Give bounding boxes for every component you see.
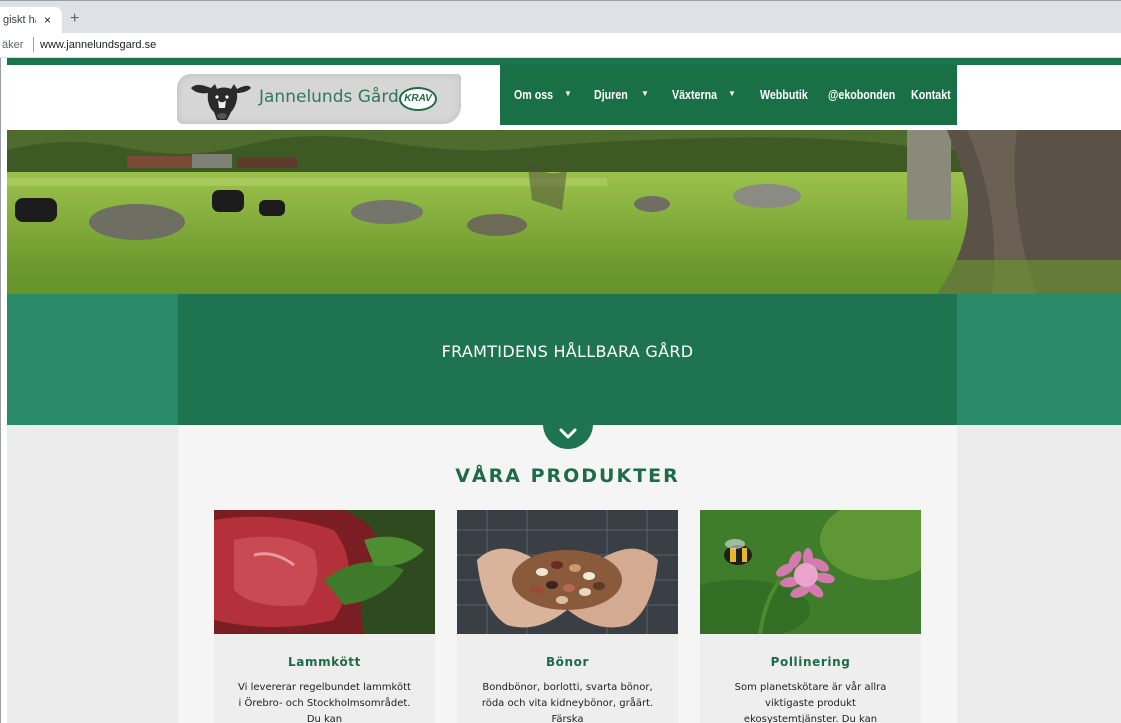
new-tab-button[interactable]: + — [70, 9, 79, 29]
product-description: Bondbönor, borlotti, svarta bönor, röda … — [481, 682, 654, 723]
nav-item-webbutik[interactable]: Webbutik — [760, 87, 808, 102]
hero-image — [7, 130, 1121, 294]
caret-down-icon[interactable]: ▼ — [728, 89, 736, 98]
beans-photo — [457, 510, 678, 634]
nav-item-vaxterna[interactable]: Växterna — [672, 87, 717, 102]
top-accent-line — [7, 58, 1121, 65]
product-image[interactable] — [214, 510, 435, 634]
security-indicator[interactable]: äker — [2, 39, 23, 51]
url-text[interactable]: www.jannelundsgard.se — [40, 39, 156, 51]
site-header: Jannelunds Gård KRAV Om oss ▼ Djuren ▼ V… — [7, 65, 1121, 130]
product-card-bonor[interactable]: Bönor Bondbönor, borlotti, svarta bönor,… — [457, 510, 678, 723]
nav-item-djuren[interactable]: Djuren — [594, 87, 628, 102]
krav-label: KRAV — [404, 93, 432, 104]
site-logo[interactable]: Jannelunds Gård KRAV — [177, 74, 461, 124]
address-separator — [33, 37, 34, 52]
caret-down-icon[interactable]: ▼ — [641, 89, 649, 98]
address-bar[interactable]: äker www.jannelundsgard.se — [0, 33, 1121, 58]
product-title[interactable]: Bönor — [457, 655, 678, 669]
meat-photo — [214, 510, 435, 634]
logo-text: Jannelunds Gård — [259, 87, 399, 107]
pasture-landscape-illustration — [7, 130, 1121, 294]
main-nav: Om oss ▼ Djuren ▼ Växterna ▼ Webbutik @e… — [500, 65, 957, 125]
product-image[interactable] — [700, 510, 921, 634]
tab-close-icon[interactable]: × — [44, 7, 51, 34]
website: Jannelunds Gård KRAV Om oss ▼ Djuren ▼ V… — [7, 58, 1121, 723]
krav-badge-icon: KRAV — [399, 87, 437, 111]
bee-clover-photo — [700, 510, 921, 634]
product-description: Vi levererar regelbundet lammkött i Öreb… — [238, 682, 411, 723]
browser-tab-bar: giskt hål × + — [0, 0, 1121, 34]
product-title[interactable]: Lammkött — [214, 655, 435, 669]
product-description: Som planetskötare är vår allra viktigast… — [734, 682, 887, 723]
caret-down-icon[interactable]: ▼ — [564, 89, 572, 98]
product-title[interactable]: Pollinering — [700, 655, 921, 669]
product-card-pollinering[interactable]: Pollinering Som planetskötare är vår all… — [700, 510, 921, 723]
tagline: FRAMTIDENS HÅLLBARA GÅRD — [441, 342, 694, 361]
product-image[interactable] — [457, 510, 678, 634]
scroll-down-button[interactable] — [543, 399, 593, 449]
nav-item-om-oss[interactable]: Om oss — [514, 87, 553, 102]
products-section: VÅRA PRODUKTER Lammkött Vi levererar reg… — [178, 399, 957, 723]
section-title: VÅRA PRODUKTER — [455, 465, 680, 487]
browser-tab[interactable]: giskt hål × — [0, 7, 62, 34]
cow-logo-icon — [191, 84, 251, 120]
window-border — [0, 58, 7, 723]
chevron-down-icon — [559, 428, 577, 439]
tab-title: giskt hål — [3, 14, 36, 26]
nav-item-kontakt[interactable]: Kontakt — [911, 87, 951, 102]
nav-item-ekobonden[interactable]: @ekobonden — [828, 87, 895, 102]
product-card-lammkott[interactable]: Lammkött Vi levererar regelbundet lammkö… — [214, 510, 435, 723]
